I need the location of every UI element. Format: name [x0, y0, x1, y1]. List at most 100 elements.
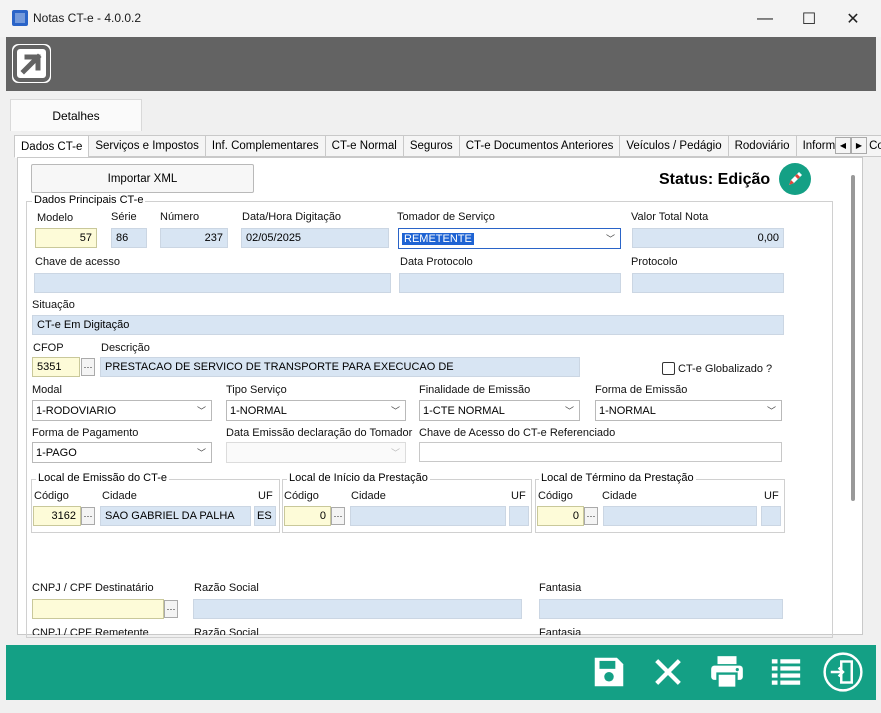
maximize-icon: ☐	[801, 10, 817, 28]
edit-status-icon	[779, 163, 811, 195]
local-termino-codigo-field[interactable]: 0	[537, 506, 584, 526]
destinatario-cnpj-label: CNPJ / CPF Destinatário	[32, 582, 154, 594]
window-title: Notas CT-e - 4.0.0.2	[33, 11, 142, 25]
cfop-lookup-button[interactable]: ···	[81, 358, 95, 376]
tipo-servico-label: Tipo Serviço	[226, 384, 287, 396]
modal-label: Modal	[32, 384, 62, 396]
local-emissao-title: Local de Emissão do CT-e	[36, 472, 170, 484]
chave-referenciado-field[interactable]	[419, 442, 782, 462]
numero-field: 237	[160, 228, 228, 248]
tomador-value: REMETENTE	[402, 232, 474, 245]
numero-label: Número	[160, 211, 200, 223]
forma-emissao-label: Forma de Emissão	[595, 384, 688, 396]
local-inicio-codigo-field[interactable]: 0	[284, 506, 331, 526]
tipo-servico-value: 1-NORMAL	[230, 404, 287, 417]
protocolo-label: Protocolo	[631, 256, 678, 268]
subtab-seguros[interactable]: Seguros	[403, 135, 460, 157]
subtab-cte-normal[interactable]: CT-e Normal	[325, 135, 404, 157]
chevron-down-icon: ﹀	[564, 406, 574, 416]
data-protocolo-field	[399, 273, 621, 293]
local-termino-codigo-label: Código	[538, 490, 573, 502]
cancel-button[interactable]	[647, 652, 689, 692]
situacao-field: CT-e Em Digitação	[32, 315, 784, 335]
local-emissao-uf-field: ES	[254, 506, 276, 526]
list-icon	[771, 659, 801, 685]
chevron-down-icon: ﹀	[196, 406, 206, 416]
data-protocolo-label: Data Protocolo	[400, 256, 473, 268]
chave-label: Chave de acesso	[35, 256, 120, 268]
tomador-select[interactable]: REMETENTE ﹀	[398, 228, 621, 249]
cfop-field[interactable]: 5351	[32, 357, 80, 377]
chave-referenciado-label: Chave de Acesso do CT-e Referenciado	[419, 427, 616, 439]
data-hora-label: Data/Hora Digitação	[242, 211, 342, 223]
maximize-button[interactable]: ☐	[786, 0, 832, 37]
logo-arrow-icon	[13, 45, 50, 82]
local-emissao-codigo-field[interactable]: 3162	[33, 506, 81, 526]
data-emissao-tomador-label: Data Emissão declaração do Tomador	[226, 427, 413, 439]
data-emissao-tomador-select: ﹀	[226, 442, 406, 463]
cfop-label: CFOP	[33, 342, 64, 354]
print-button[interactable]	[706, 652, 748, 692]
modelo-field[interactable]: 57	[35, 228, 97, 248]
modal-select[interactable]: 1-RODOVIARIO ﹀	[32, 400, 212, 421]
exit-button[interactable]	[822, 652, 864, 692]
destinatario-razao-field	[193, 599, 522, 619]
valor-total-field: 0,00	[632, 228, 784, 248]
minimize-icon: —	[757, 9, 773, 27]
serie-field: 86	[111, 228, 147, 248]
forma-emissao-select[interactable]: 1-NORMAL ﹀	[595, 400, 782, 421]
data-hora-field: 02/05/2025	[241, 228, 389, 248]
serie-label: Série	[111, 211, 137, 223]
remetente-cnpj-label: CNPJ / CPF Remetente	[32, 627, 149, 635]
minimize-button[interactable]: —	[742, 0, 788, 37]
tipo-servico-select[interactable]: 1-NORMAL ﹀	[226, 400, 406, 421]
local-inicio-cidade-label: Cidade	[351, 490, 386, 502]
subtab-servicos-impostos[interactable]: Serviços e Impostos	[89, 135, 206, 157]
globalizado-label: CT-e Globalizado ?	[678, 363, 773, 375]
tab-detalhes[interactable]: Detalhes	[10, 99, 142, 131]
subtab-dados-cte[interactable]: Dados CT-e	[14, 135, 90, 158]
local-inicio-uf-label: UF	[511, 490, 526, 502]
subtab-rodoviario[interactable]: Rodoviário	[728, 135, 797, 157]
subtab-veiculos-pedagio[interactable]: Veículos / Pedágio	[620, 135, 729, 157]
header-bar	[6, 37, 876, 91]
local-termino-uf-field	[761, 506, 781, 526]
finalidade-select[interactable]: 1-CTE NORMAL ﹀	[419, 400, 580, 421]
local-emissao-cidade-field: SAO GABRIEL DA PALHA	[100, 506, 251, 526]
close-window-button[interactable]: ✕	[830, 0, 876, 37]
app-icon	[12, 10, 28, 26]
chevron-down-icon: ﹀	[390, 406, 400, 416]
descricao-label: Descrição	[101, 342, 150, 354]
local-termino-title: Local de Término da Prestação	[539, 472, 696, 484]
modelo-label: Modelo	[37, 212, 74, 224]
local-emissao-lookup-button[interactable]: ···	[81, 507, 95, 525]
local-termino-lookup-button[interactable]: ···	[584, 507, 598, 525]
dados-principais-title: Dados Principais CT-e	[32, 194, 146, 206]
finalidade-label: Finalidade de Emissão	[419, 384, 531, 396]
save-button[interactable]	[588, 652, 630, 692]
scroll-left-icon[interactable]: ◀	[835, 137, 851, 154]
list-button[interactable]	[765, 652, 807, 692]
local-emissao-uf-label: UF	[258, 490, 273, 502]
exit-icon	[823, 652, 863, 692]
print-icon	[711, 656, 743, 690]
chevron-down-icon: ﹀	[196, 448, 206, 458]
destinatario-lookup-button[interactable]: ···	[164, 600, 178, 618]
import-xml-button[interactable]: Importar XML	[31, 164, 254, 193]
cancel-icon	[655, 659, 681, 685]
subtab-inf-complementares[interactable]: Inf. Complementares	[205, 135, 326, 157]
chevron-down-icon: ﹀	[766, 406, 776, 416]
local-inicio-codigo-label: Código	[284, 490, 319, 502]
scroll-right-icon[interactable]: ▶	[851, 137, 867, 154]
subtab-bar: Dados CT-e Serviços e Impostos Inf. Comp…	[14, 135, 881, 158]
local-inicio-lookup-button[interactable]: ···	[331, 507, 345, 525]
finalidade-value: 1-CTE NORMAL	[423, 404, 505, 417]
globalizado-checkbox[interactable]	[662, 362, 675, 375]
save-icon	[594, 657, 624, 687]
forma-pagamento-select[interactable]: 1-PAGO ﹀	[32, 442, 212, 463]
vertical-scrollbar[interactable]	[851, 175, 855, 501]
destinatario-cnpj-field[interactable]	[32, 599, 164, 619]
subtab-documentos-anteriores[interactable]: CT-e Documentos Anteriores	[459, 135, 621, 157]
local-termino-cidade-field	[603, 506, 757, 526]
destinatario-fantasia-field	[539, 599, 783, 619]
